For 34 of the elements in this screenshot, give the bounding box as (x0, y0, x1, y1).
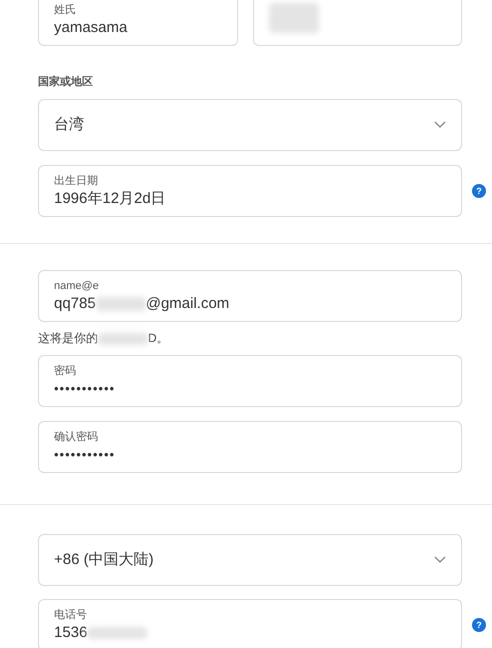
select-value: +86 (中国大陆) (54, 550, 154, 570)
field-label: 电话号 (54, 608, 87, 622)
input-field[interactable]: 姓氏 yamasama (38, 0, 238, 46)
chevron-down-icon (434, 556, 446, 564)
field-label: 出生日期 (54, 174, 98, 188)
helper-text: 这将是你的 (38, 330, 98, 347)
password-value: ••••••••••• (54, 446, 116, 464)
input-field[interactable]: 电话号 1536 (38, 599, 462, 648)
chevron-down-icon (434, 121, 446, 129)
select-field[interactable]: +86 (中国大陆) (38, 534, 462, 586)
field-value: 1536 (54, 623, 88, 643)
input-field[interactable]: 确认密码 ••••••••••• (38, 421, 462, 473)
select-field[interactable]: 台湾 (38, 99, 462, 151)
select-value: 台湾 (54, 115, 84, 135)
field-label: 密码 (54, 364, 76, 378)
field-label: 姓氏 (54, 3, 76, 17)
input-field[interactable] (253, 0, 462, 46)
field-value: qq785 (54, 294, 96, 314)
redaction-blur (87, 627, 148, 639)
field-label: name@e (54, 279, 99, 293)
help-icon[interactable]: ? (472, 618, 486, 632)
helper-text: D。 (148, 330, 169, 347)
help-icon[interactable]: ? (472, 184, 486, 198)
field-value: 1996年12月2d日 (54, 189, 166, 209)
input-field[interactable]: name@e qq785 @gmail.com (38, 270, 462, 322)
password-value: ••••••••••• (54, 380, 116, 398)
input-field[interactable]: 出生日期 1996年12月2d日 (38, 165, 462, 217)
field-value: yamasama (54, 18, 128, 38)
field-label: 确认密码 (54, 430, 98, 444)
section-heading: 国家或地区 (38, 74, 94, 89)
redaction-blur (96, 297, 146, 311)
input-field[interactable]: 密码 ••••••••••• (38, 355, 462, 407)
field-value: @gmail.com (146, 294, 230, 314)
redaction-blur (98, 332, 148, 344)
